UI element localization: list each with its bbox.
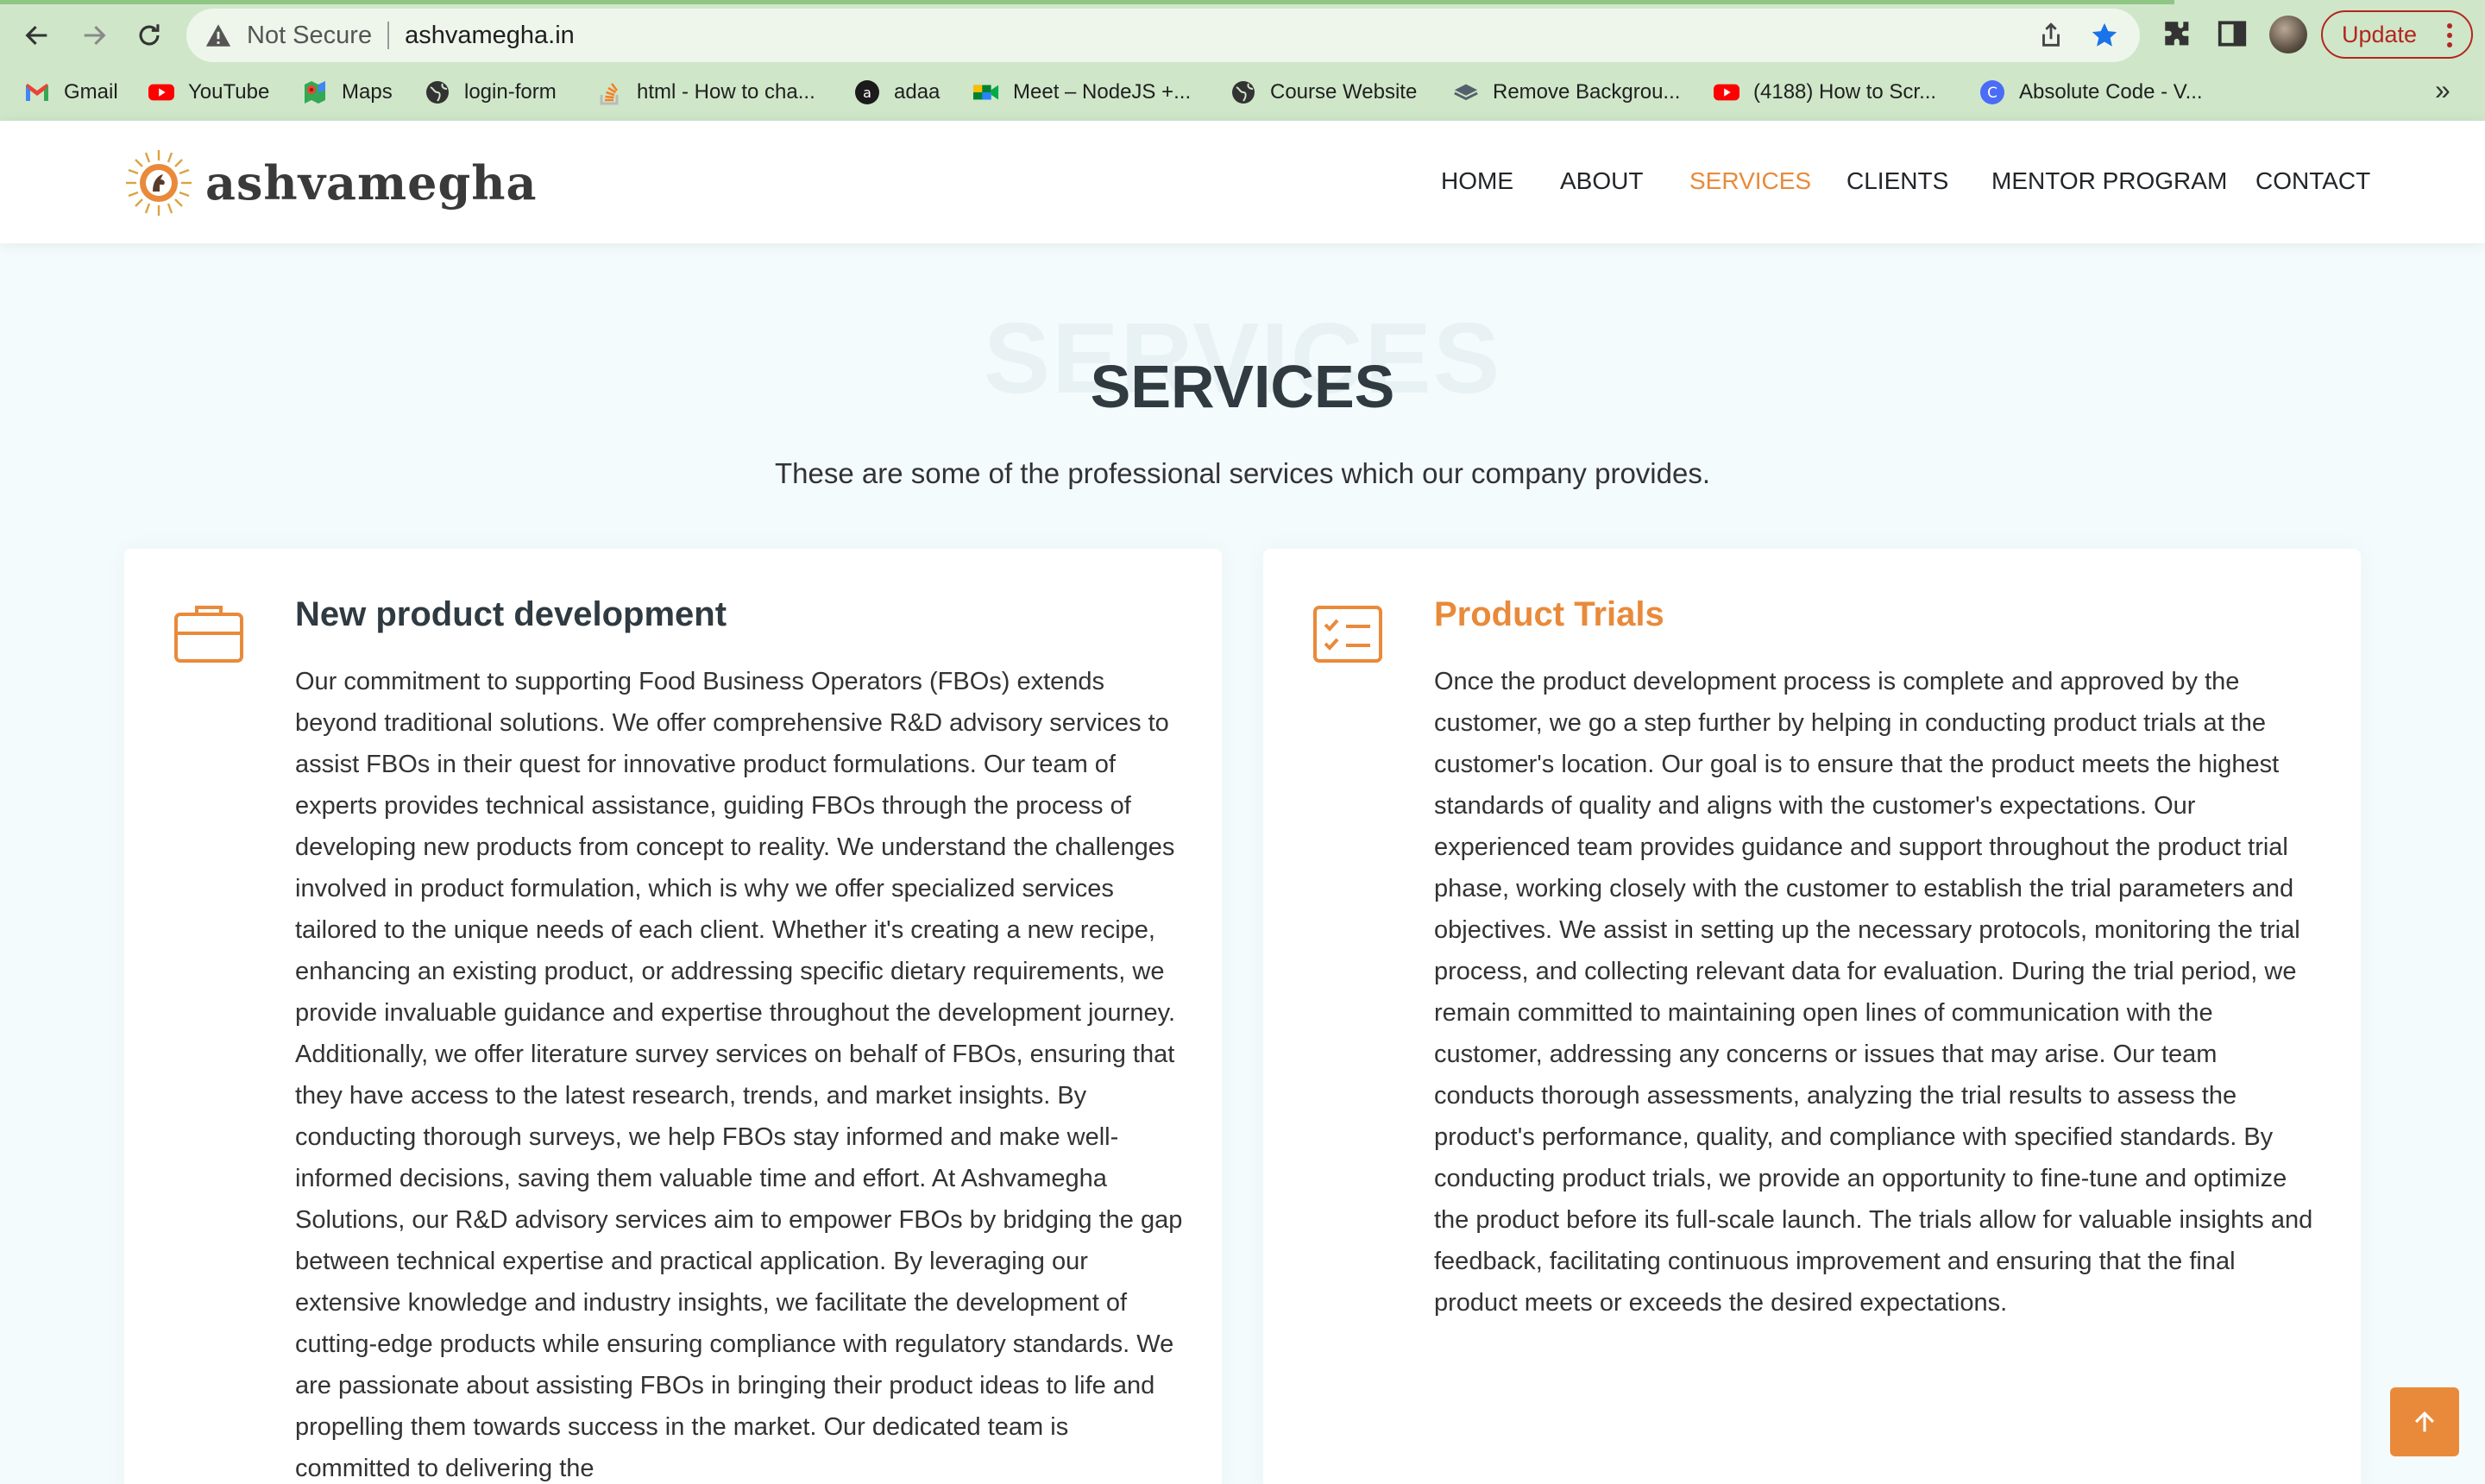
service-description: Once the product development process is … <box>1434 668 2313 1317</box>
bookmark-course-website[interactable]: Course Website <box>1230 79 1417 105</box>
nav-home[interactable]: HOME <box>1441 167 1513 195</box>
extensions-puzzle-icon[interactable] <box>2161 17 2193 50</box>
logo-wordmark: ashvamegha <box>205 155 538 211</box>
address-bar[interactable]: Not Secure ashvamegha.in <box>186 9 2140 62</box>
section-subtitle: These are some of the professional servi… <box>774 457 1711 489</box>
browser-chrome: Not Secure ashvamegha.in Update Gmail Yo… <box>0 0 2485 121</box>
bookmark-remove-background[interactable]: Remove Backgrou... <box>1453 79 1680 105</box>
svg-text:a: a <box>863 85 871 101</box>
forward-button[interactable] <box>72 14 116 57</box>
more-bookmarks-button[interactable]: » <box>2435 74 2450 106</box>
checklist-icon <box>1313 606 1382 663</box>
service-title: New product development <box>295 595 727 633</box>
meet-icon <box>973 79 999 105</box>
nav-services[interactable]: SERVICES <box>1689 167 1811 195</box>
bookmark-youtube[interactable]: YouTube <box>148 79 269 105</box>
sun-horse-logo-icon <box>126 150 192 216</box>
site-logo[interactable]: ashvamegha <box>124 148 538 217</box>
nav-about[interactable]: ABOUT <box>1560 167 1643 195</box>
globe-icon <box>425 79 450 105</box>
service-card-new-product-development: New product development Our commitment t… <box>124 549 1222 1484</box>
stackoverflow-icon <box>597 79 623 105</box>
youtube-icon <box>1714 79 1740 105</box>
service-description: Our commitment to supporting Food Busine… <box>295 668 1183 1482</box>
reload-button[interactable] <box>128 14 171 57</box>
bookmark-adaa[interactable]: a adaa <box>854 79 940 105</box>
bookmarks-bar: Gmail YouTube Maps login-form html - How… <box>0 72 2485 112</box>
adaa-icon: a <box>854 79 880 105</box>
service-title: Product Trials <box>1434 595 1664 633</box>
gmail-icon <box>24 79 50 105</box>
address-separator <box>387 22 390 49</box>
url-text[interactable]: ashvamegha.in <box>405 22 575 50</box>
back-to-top-button[interactable] <box>2390 1387 2459 1456</box>
maps-icon <box>302 79 328 105</box>
bookmark-youtube-video[interactable]: (4188) How to Scr... <box>1714 79 1936 105</box>
reload-icon <box>139 24 160 46</box>
youtube-icon <box>148 79 174 105</box>
update-label: Update <box>2342 21 2418 47</box>
side-panel-icon[interactable] <box>2216 17 2249 50</box>
warning-icon <box>205 24 231 47</box>
bookmark-maps[interactable]: Maps <box>302 79 393 105</box>
bookmark-stackoverflow[interactable]: html - How to cha... <box>597 79 815 105</box>
arrow-up-icon <box>2414 1411 2435 1432</box>
removebg-icon <box>1453 79 1479 105</box>
share-icon[interactable] <box>2036 21 2066 50</box>
nav-mentor-program[interactable]: MENTOR PROGRAM <box>1991 167 2227 195</box>
arrow-left-icon <box>25 25 47 46</box>
back-button[interactable] <box>16 14 59 57</box>
update-button[interactable]: Update <box>2321 10 2473 59</box>
globe-icon <box>1230 79 1256 105</box>
more-vert-icon <box>2447 23 2452 47</box>
bookmark-meet[interactable]: Meet – NodeJS +... <box>973 79 1191 105</box>
svg-text:C: C <box>1987 85 1997 102</box>
security-label[interactable]: Not Secure <box>247 22 372 50</box>
bookmark-login-form[interactable]: login-form <box>425 79 557 105</box>
briefcase-icon <box>174 606 243 663</box>
arrow-right-icon <box>84 25 106 46</box>
bookmark-gmail[interactable]: Gmail <box>24 79 118 105</box>
bookmark-absolute-code[interactable]: C Absolute Code - V... <box>1979 79 2203 105</box>
bookmark-star-icon[interactable] <box>2090 21 2119 50</box>
absolute-code-icon: C <box>1979 79 2005 105</box>
site-header: ashvamegha HOME ABOUT SERVICES CLIENTS M… <box>0 121 2485 243</box>
page-load-progress <box>0 0 2174 4</box>
service-card-product-trials: Product Trials Once the product developm… <box>1263 549 2361 1484</box>
section-title: SERVICES <box>1090 353 1395 420</box>
nav-contact[interactable]: CONTACT <box>2255 167 2370 195</box>
profile-avatar[interactable] <box>2269 16 2307 53</box>
nav-clients[interactable]: CLIENTS <box>1846 167 1948 195</box>
